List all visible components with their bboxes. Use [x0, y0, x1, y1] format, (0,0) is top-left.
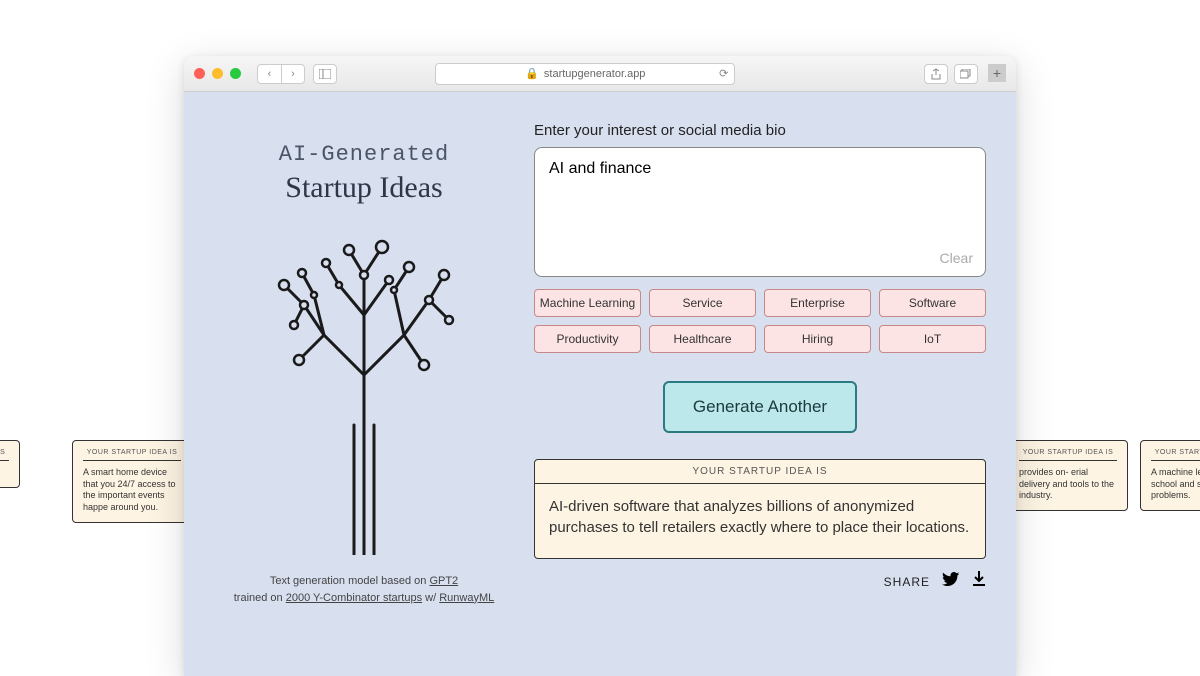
idea-card-body: AI-driven software that analyzes billion…	[535, 484, 985, 558]
input-value: AI and finance	[549, 160, 651, 177]
chip-row: Machine Learning Service Enterprise Soft…	[534, 289, 986, 353]
title-line-2: Startup Ideas	[214, 171, 514, 205]
yc-link[interactable]: 2000 Y-Combinator startups	[286, 592, 422, 604]
url-text: startupgenerator.app	[544, 68, 646, 80]
chip-iot[interactable]: IoT	[879, 325, 986, 353]
refresh-icon[interactable]: ⟳	[719, 67, 728, 80]
share-label: SHARE	[884, 575, 930, 589]
new-tab-button[interactable]: +	[988, 64, 1006, 82]
generate-button[interactable]: Generate Another	[663, 381, 857, 433]
tabs-button[interactable]	[954, 64, 978, 84]
sidebar-toggle-button[interactable]	[313, 64, 337, 84]
window-close-button[interactable]	[194, 68, 205, 79]
chip-productivity[interactable]: Productivity	[534, 325, 641, 353]
prompt-label: Enter your interest or social media bio	[534, 122, 986, 139]
bg-card-header: YOUR STARTUP IDEA IS	[1151, 449, 1200, 461]
gpt2-link[interactable]: GPT2	[429, 575, 458, 587]
right-column: Enter your interest or social media bio …	[514, 122, 986, 666]
runwayml-link[interactable]: RunwayML	[439, 592, 494, 604]
back-button[interactable]: ‹	[257, 64, 281, 84]
traffic-lights	[194, 68, 241, 79]
bg-card-body: a ation	[0, 467, 9, 479]
download-icon[interactable]	[972, 571, 986, 592]
bg-card-header: YOUR STARTUP IDEA IS	[83, 449, 181, 461]
lock-icon: 🔒	[525, 67, 539, 80]
credits: Text generation model based on GPT2 trai…	[214, 573, 514, 606]
chip-software[interactable]: Software	[879, 289, 986, 317]
chip-machine-learning[interactable]: Machine Learning	[534, 289, 641, 317]
tree-illustration	[254, 225, 474, 555]
twitter-icon[interactable]	[942, 572, 960, 592]
title-line-1: AI-Generated	[214, 142, 514, 167]
share-row: SHARE	[534, 571, 986, 592]
share-button[interactable]	[924, 64, 948, 84]
bg-card-header: YOUR STARTUP IDEA IS	[1019, 449, 1117, 461]
bg-card-body: A machine lea public school and solve st…	[1151, 467, 1200, 502]
browser-window: ‹ › 🔒 startupgenerator.app ⟳ + AI-Genera…	[184, 56, 1016, 676]
clear-button[interactable]: Clear	[940, 250, 973, 266]
address-bar[interactable]: 🔒 startupgenerator.app ⟳	[435, 63, 735, 85]
left-column: AI-Generated Startup Ideas	[214, 122, 514, 666]
forward-button[interactable]: ›	[281, 64, 305, 84]
bg-card-header: YOUR STARTUP IDEA IS	[0, 449, 9, 461]
chip-healthcare[interactable]: Healthcare	[649, 325, 756, 353]
chip-service[interactable]: Service	[649, 289, 756, 317]
interest-input[interactable]: AI and finance Clear	[534, 147, 986, 277]
bg-card-body: A smart home device that you 24/7 access…	[83, 467, 181, 514]
idea-card-header: YOUR STARTUP IDEA IS	[535, 460, 985, 484]
idea-card: YOUR STARTUP IDEA IS AI-driven software …	[534, 459, 986, 559]
chip-enterprise[interactable]: Enterprise	[764, 289, 871, 317]
window-minimize-button[interactable]	[212, 68, 223, 79]
bg-card-body: provides on- erial delivery and tools to…	[1019, 467, 1117, 502]
chip-hiring[interactable]: Hiring	[764, 325, 871, 353]
window-maximize-button[interactable]	[230, 68, 241, 79]
browser-toolbar: ‹ › 🔒 startupgenerator.app ⟳ +	[184, 56, 1016, 92]
